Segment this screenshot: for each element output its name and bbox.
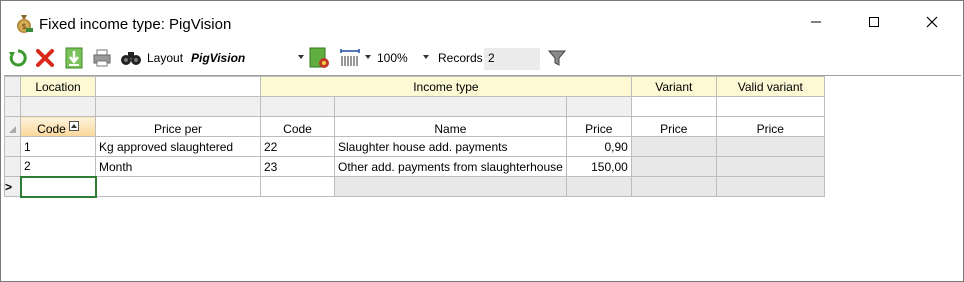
column-header-row: Code Price per Code Name Price Price Pri… <box>4 116 825 137</box>
layout-settings-icon <box>309 47 329 68</box>
filter-cell[interactable] <box>334 96 567 117</box>
band-location: Location <box>20 76 96 97</box>
find-button[interactable] <box>119 46 143 70</box>
cell-variant-price[interactable] <box>630 136 717 157</box>
cell-price[interactable] <box>565 176 632 197</box>
cell-name[interactable]: Slaughter house add. payments <box>334 136 567 157</box>
title-bar: $ Fixed income type: PigVision <box>1 1 963 43</box>
window-title: Fixed income type: PigVision <box>39 16 232 33</box>
cell-variant-price[interactable] <box>630 176 717 197</box>
cell-name[interactable]: Other add. payments from slaughterhouse <box>334 156 567 177</box>
sort-ascending-icon <box>68 120 79 131</box>
income-table: Location Income type Variant Valid varia… <box>4 76 825 198</box>
refresh-icon <box>9 49 27 67</box>
cell-code-editor[interactable] <box>19 175 97 198</box>
cell-code[interactable]: 2 <box>20 156 96 177</box>
filter-icon <box>547 50 567 66</box>
cell-income-code[interactable]: 23 <box>260 156 335 177</box>
select-all-corner[interactable] <box>4 116 21 137</box>
cell-code[interactable]: 1 <box>20 136 96 157</box>
cell-valid-variant-price[interactable] <box>715 136 825 157</box>
minimize-icon <box>811 21 821 23</box>
filter-cell[interactable] <box>715 96 825 117</box>
cell-income-code[interactable] <box>260 176 335 197</box>
column-header-name[interactable]: Name <box>334 116 567 137</box>
column-width-button[interactable] <box>338 46 362 70</box>
filter-cell[interactable] <box>630 96 717 117</box>
print-button[interactable] <box>91 46 113 70</box>
chevron-down-icon[interactable] <box>298 55 304 59</box>
filter-cell[interactable] <box>20 96 96 117</box>
filter-button[interactable] <box>545 46 569 70</box>
band-variant: Variant <box>630 76 717 97</box>
band-valid-variant: Valid variant <box>715 76 825 97</box>
maximize-button[interactable] <box>845 1 903 43</box>
new-row[interactable]: > <box>4 175 825 198</box>
cell-price-per[interactable] <box>95 176 261 197</box>
layout-label: Layout <box>147 51 184 65</box>
column-header-income-code[interactable]: Code <box>260 116 335 137</box>
print-icon <box>93 49 111 67</box>
cell-price-per[interactable]: Month <box>95 156 261 177</box>
filter-cell[interactable] <box>565 96 632 117</box>
cell-price[interactable]: 150,00 <box>565 156 632 177</box>
zoom-select[interactable]: 100% <box>377 51 408 65</box>
delete-icon <box>36 49 54 67</box>
column-header-price-per[interactable]: Price per <box>95 116 261 137</box>
cell-valid-variant-price[interactable] <box>715 156 825 177</box>
cell-income-code[interactable]: 22 <box>260 136 335 157</box>
band-income-type: Income type <box>260 76 632 97</box>
data-grid: Location Income type Variant Valid varia… <box>4 75 961 280</box>
close-button[interactable] <box>903 1 961 43</box>
maximize-icon <box>869 17 879 27</box>
layout-settings-button[interactable] <box>307 46 331 70</box>
records-count: 2 <box>484 48 540 70</box>
band-header-row: Location Income type Variant Valid varia… <box>4 76 825 97</box>
filter-row <box>4 96 825 117</box>
cell-variant-price[interactable] <box>630 156 717 177</box>
layout-select[interactable]: PigVision <box>191 51 245 65</box>
svg-text:$: $ <box>21 22 26 31</box>
cell-valid-variant-price[interactable] <box>715 176 825 197</box>
cell-name[interactable] <box>334 176 567 197</box>
records-label: Records <box>438 51 483 65</box>
column-header-price[interactable]: Price <box>565 116 632 137</box>
column-header-variant-price[interactable]: Price <box>630 116 717 137</box>
chevron-down-icon[interactable] <box>423 55 429 59</box>
refresh-button[interactable] <box>7 46 29 70</box>
cell-price[interactable]: 0,90 <box>565 136 632 157</box>
delete-button[interactable] <box>33 46 57 70</box>
table-row[interactable]: 1 Kg approved slaughtered 22 Slaughter h… <box>4 136 825 157</box>
import-icon <box>65 47 83 69</box>
import-button[interactable] <box>63 46 85 70</box>
column-header-code[interactable]: Code <box>20 116 96 137</box>
close-icon <box>926 16 938 28</box>
cell-price-per[interactable]: Kg approved slaughtered <box>95 136 261 157</box>
table-row[interactable]: 2 Month 23 Other add. payments from slau… <box>4 156 825 177</box>
column-header-valid-variant-price[interactable]: Price <box>715 116 825 137</box>
filter-cell[interactable] <box>260 96 335 117</box>
app-window: $ Fixed income type: PigVision Layout Pi… <box>0 0 964 282</box>
new-row-pointer: > <box>4 176 21 197</box>
minimize-button[interactable] <box>787 1 845 43</box>
binoculars-icon <box>121 52 141 65</box>
column-width-icon <box>340 49 360 66</box>
chevron-down-icon[interactable] <box>365 55 371 59</box>
filter-cell[interactable] <box>95 96 261 117</box>
toolbar: Layout PigVision 100% Records 2 <box>1 43 963 73</box>
money-bag-icon: $ <box>15 13 33 33</box>
